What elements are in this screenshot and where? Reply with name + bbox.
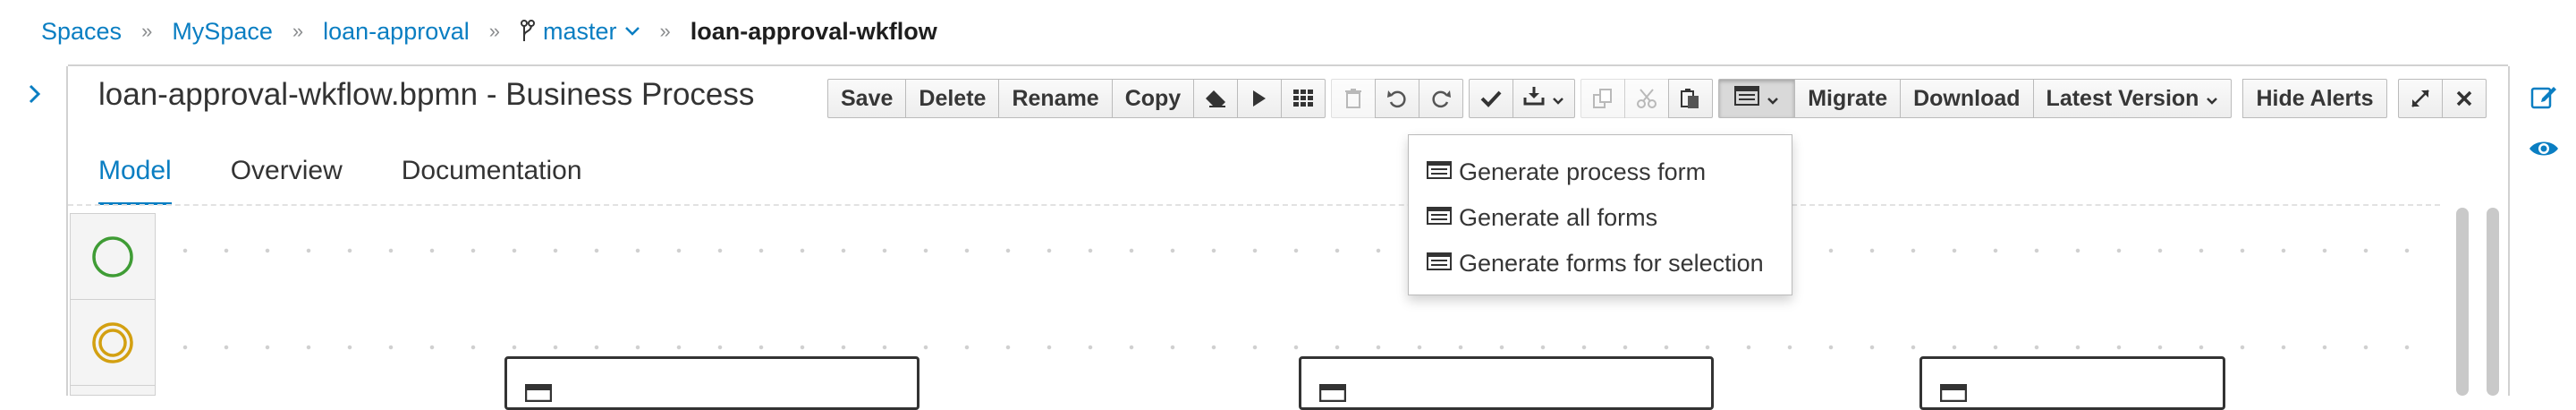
form-icon: [1427, 158, 1459, 186]
menu-item-label: Generate all forms: [1459, 204, 1658, 231]
check-icon[interactable]: [1469, 79, 1514, 118]
editor-toolbar: Save Delete Rename Copy Migrate Download…: [827, 79, 2492, 118]
save-button[interactable]: Save: [827, 79, 907, 118]
form-generation-dropdown-button[interactable]: [1718, 79, 1796, 118]
menu-item-label: Generate process form: [1459, 158, 1707, 185]
duplicate-icon[interactable]: [1580, 79, 1626, 118]
chevron-down-icon: [1552, 86, 1564, 112]
migrate-button[interactable]: Migrate: [1794, 79, 1902, 118]
undo-icon[interactable]: [1375, 79, 1420, 118]
branch-icon: [520, 20, 536, 43]
cut-icon[interactable]: [1624, 79, 1670, 118]
tabs-divider: [68, 204, 2440, 206]
tab-documentation[interactable]: Documentation: [402, 134, 582, 206]
copy-button[interactable]: Copy: [1111, 79, 1195, 118]
play-icon[interactable]: [1237, 79, 1283, 118]
hide-alerts-button[interactable]: Hide Alerts: [2242, 79, 2387, 118]
eye-icon[interactable]: [2528, 132, 2560, 165]
branch-label: master: [542, 17, 617, 45]
breadcrumb-separator: »: [488, 20, 500, 42]
canvas-scrollbar[interactable]: [2456, 208, 2469, 396]
download-icon: [1523, 86, 1545, 112]
task-node[interactable]: [1299, 356, 1714, 410]
shape-palette: [70, 213, 156, 396]
editor-top-border: [68, 64, 2508, 66]
redo-icon[interactable]: [1419, 79, 1464, 118]
intermediate-event-icon[interactable]: [71, 300, 155, 386]
download-dropdown-button[interactable]: [1513, 79, 1576, 118]
download-button[interactable]: Download: [1900, 79, 2034, 118]
breadcrumb-separator: »: [141, 20, 153, 42]
breadcrumb: Spaces » MySpace » loan-approval » maste…: [0, 0, 2576, 63]
breadcrumb-separator: »: [659, 20, 671, 42]
form-icon: [1427, 250, 1459, 278]
form-generation-menu: Generate process form Generate all forms…: [1408, 134, 1792, 295]
right-panel-rail: [2508, 66, 2576, 396]
expand-icon[interactable]: [2397, 79, 2443, 118]
editor-tabs: Model Overview Documentation: [98, 134, 641, 206]
task-node[interactable]: [504, 356, 919, 410]
editor-title: loan-approval-wkflow.bpmn - Business Pro…: [98, 77, 755, 112]
breadcrumb-project-link[interactable]: loan-approval: [323, 18, 470, 46]
tab-overview[interactable]: Overview: [231, 134, 343, 206]
edit-properties-icon[interactable]: [2528, 81, 2560, 113]
grid-icon[interactable]: [1281, 79, 1326, 118]
breadcrumb-spaces-link[interactable]: Spaces: [41, 18, 122, 46]
menu-item-generate-process-form[interactable]: Generate process form: [1409, 149, 1792, 195]
rename-button[interactable]: Rename: [998, 79, 1113, 118]
close-icon[interactable]: [2441, 79, 2487, 118]
left-panel-rail: [0, 66, 68, 396]
chevron-down-icon: [2206, 86, 2218, 112]
menu-item-generate-all-forms[interactable]: Generate all forms: [1409, 195, 1792, 241]
task-node[interactable]: [1919, 356, 2225, 410]
tab-model[interactable]: Model: [98, 134, 172, 206]
form-icon: [1427, 204, 1459, 232]
breadcrumb-separator: »: [292, 20, 304, 42]
paste-icon[interactable]: [1668, 79, 1714, 118]
delete-button[interactable]: Delete: [905, 79, 1000, 118]
breadcrumb-space-link[interactable]: MySpace: [172, 18, 273, 46]
form-icon: [1734, 85, 1760, 112]
trash-icon[interactable]: [1331, 79, 1377, 118]
start-event-icon[interactable]: [71, 214, 155, 300]
chevron-right-icon[interactable]: [21, 81, 48, 107]
chevron-down-icon: [624, 26, 640, 37]
panel-scrollbar[interactable]: [2487, 208, 2499, 396]
menu-item-generate-forms-for-selection[interactable]: Generate forms for selection: [1409, 241, 1792, 286]
chevron-down-icon: [1767, 86, 1779, 112]
eraser-icon[interactable]: [1193, 79, 1239, 118]
breadcrumb-current: loan-approval-wkflow: [690, 17, 937, 45]
latest-version-dropdown[interactable]: Latest Version: [2032, 79, 2233, 118]
menu-item-label: Generate forms for selection: [1459, 250, 1764, 277]
branch-selector[interactable]: master: [520, 18, 640, 46]
latest-version-label: Latest Version: [2046, 85, 2199, 111]
